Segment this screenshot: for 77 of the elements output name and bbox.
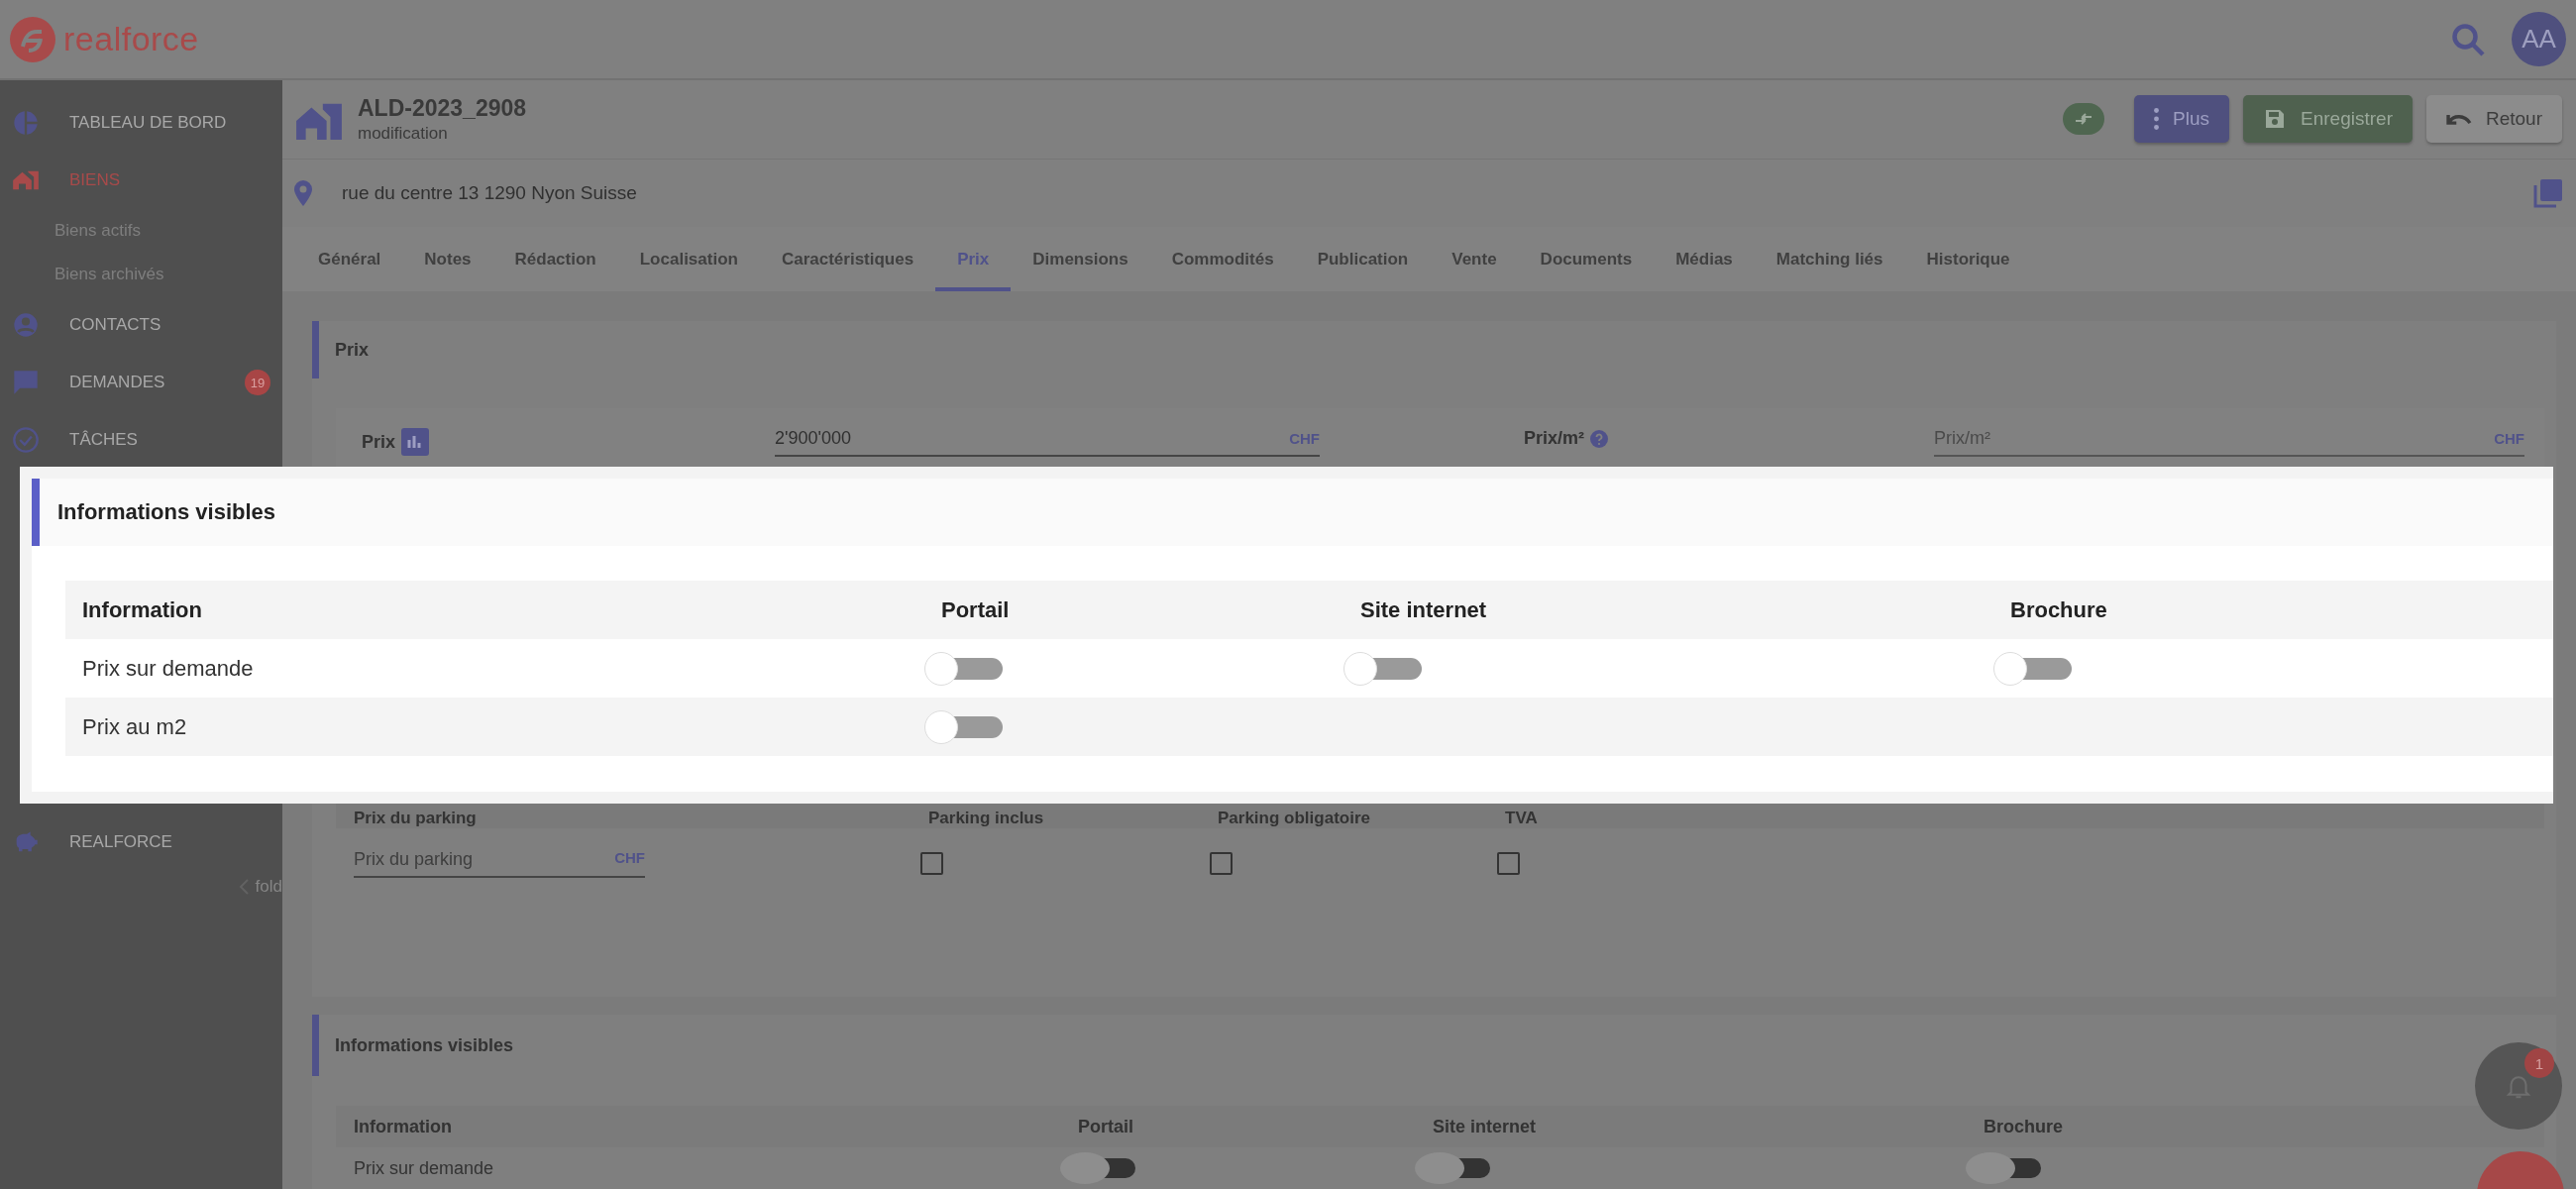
search-icon[interactable] bbox=[2450, 21, 2486, 57]
checkbox[interactable] bbox=[1497, 851, 1520, 875]
dashboard-icon bbox=[12, 109, 40, 137]
chat-icon bbox=[12, 369, 40, 396]
tab[interactable]: Notes bbox=[402, 227, 493, 291]
tab[interactable]: Général bbox=[296, 227, 403, 291]
tab[interactable]: Dimensions bbox=[1011, 227, 1150, 291]
tab[interactable]: Médias bbox=[1654, 227, 1755, 291]
tab[interactable]: Matching liés bbox=[1754, 227, 1905, 291]
accent-bar bbox=[32, 479, 40, 546]
property-subtitle: modification bbox=[358, 123, 449, 144]
sidebar-label: BIENS bbox=[69, 170, 121, 190]
bar-chart-icon[interactable] bbox=[401, 428, 430, 456]
row-label: Prix sur demande bbox=[81, 655, 255, 682]
column-header: Parking inclus bbox=[927, 809, 1045, 828]
toggle-switch[interactable] bbox=[1343, 651, 1422, 686]
accent-bar bbox=[312, 321, 319, 378]
sidebar-item[interactable]: BIENS bbox=[0, 152, 282, 209]
sidebar-label: TÂCHES bbox=[69, 430, 138, 450]
sidebar-label: CONTACTS bbox=[69, 315, 161, 335]
column-header: Information bbox=[81, 596, 203, 623]
column-header: Portail bbox=[1077, 1116, 1134, 1137]
sidebar-item[interactable]: TABLEAU DE BORD bbox=[0, 94, 282, 152]
back-button[interactable]: Retour bbox=[2425, 95, 2562, 144]
accent-bar bbox=[312, 1015, 319, 1076]
person-icon bbox=[12, 311, 40, 339]
sidebar-item[interactable]: TÂCHES bbox=[0, 411, 282, 469]
property-title: ALD-2023_2908 bbox=[358, 94, 527, 122]
save-button[interactable]: Enregistrer bbox=[2243, 95, 2413, 144]
address-text: rue du centre 13 1290 Nyon Suisse bbox=[342, 181, 637, 204]
sidebar-label: DEMANDES bbox=[69, 373, 165, 392]
tab[interactable]: Localisation bbox=[617, 227, 760, 291]
column-header: Prix du parking bbox=[353, 809, 478, 828]
swap-button[interactable] bbox=[2063, 103, 2105, 136]
column-header: Site internet bbox=[1359, 596, 1488, 623]
tab[interactable]: Publication bbox=[1295, 227, 1431, 291]
field-label: Prix/m² bbox=[1524, 428, 1585, 449]
tab[interactable]: Documents bbox=[1518, 227, 1655, 291]
sidebar-item[interactable]: REALFORCE bbox=[0, 813, 282, 871]
column-header: Portail bbox=[940, 596, 1011, 623]
tab[interactable]: Vente bbox=[1430, 227, 1519, 291]
column-header: Information bbox=[353, 1116, 453, 1137]
toggle-switch[interactable] bbox=[924, 651, 1003, 686]
more-button[interactable]: Plus bbox=[2134, 95, 2230, 144]
tab[interactable]: Rédaction bbox=[492, 227, 618, 291]
section-title: Informations visibles bbox=[334, 1034, 514, 1056]
location-pin-icon bbox=[294, 179, 312, 206]
row-label: Prix au m2 bbox=[81, 713, 188, 740]
count-badge: 19 bbox=[245, 370, 270, 395]
column-header: Brochure bbox=[2009, 596, 2108, 623]
logo-icon bbox=[10, 16, 55, 62]
toggle-switch[interactable] bbox=[1993, 651, 2072, 686]
sidebar-label: REALFORCE bbox=[69, 832, 172, 852]
column-header: Parking obligatoire bbox=[1217, 809, 1371, 828]
help-icon[interactable] bbox=[1590, 429, 1609, 448]
toggle-switch[interactable] bbox=[1415, 1152, 1490, 1184]
field-label: Prix bbox=[362, 431, 396, 453]
sidebar-label: TABLEAU DE BORD bbox=[69, 113, 227, 133]
column-header: Brochure bbox=[1983, 1116, 2064, 1137]
tab[interactable]: Historique bbox=[1904, 227, 2032, 291]
checkbox[interactable] bbox=[920, 851, 943, 875]
sidebar-item[interactable]: CONTACTS bbox=[0, 296, 282, 354]
check-circle-icon bbox=[12, 426, 40, 454]
sidebar-item[interactable]: DEMANDES 19 bbox=[0, 354, 282, 411]
toggle-switch[interactable] bbox=[1060, 1152, 1135, 1184]
user-avatar[interactable]: AA bbox=[2512, 12, 2566, 66]
tab[interactable]: Caractéristiques bbox=[759, 227, 936, 291]
dialog-title: Informations visibles bbox=[56, 499, 276, 525]
kebab-icon bbox=[2154, 108, 2160, 131]
column-header: TVA bbox=[1504, 809, 1539, 828]
checkbox[interactable] bbox=[1210, 851, 1233, 875]
toggle-switch[interactable] bbox=[1966, 1152, 2041, 1184]
row-label: Prix sur demande bbox=[353, 1157, 495, 1179]
toggle-switch[interactable] bbox=[924, 709, 1003, 744]
section-title: Prix bbox=[334, 339, 370, 361]
column-header: Site internet bbox=[1432, 1116, 1538, 1137]
tab[interactable]: Commodités bbox=[1149, 227, 1296, 291]
